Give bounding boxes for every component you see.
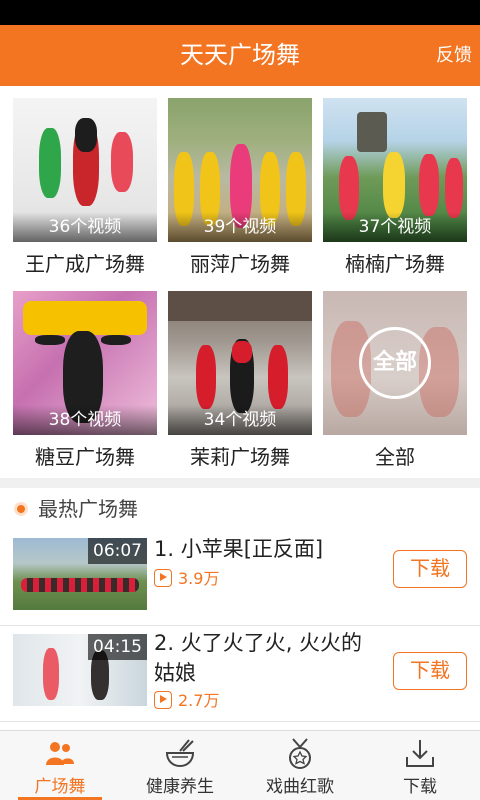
category-name: 全部 [375,445,415,469]
video-thumbnail: 04:15 [13,634,147,706]
all-badge: 全部 [359,327,431,399]
category-name: 糖豆广场舞 [35,445,135,469]
category-thumbnail: 34个视频 [168,291,312,435]
category-thumbnail: 38个视频 [13,291,157,435]
video-plays: 2.7万 [154,690,219,712]
bottom-tab-bar: 广场舞 健康养生 戏曲红歌 下载 [0,730,480,800]
tab-health[interactable]: 健康养生 [120,731,240,800]
video-row[interactable]: 04:15 2. 火了火了火, 火火的姑娘 2.7万 下载 [0,626,480,722]
category-grid: 36个视频 王广成广场舞 39个视频 丽萍广场舞 37个视频 楠楠广场舞 38个… [0,86,480,478]
category-card-all[interactable]: 全部 全部 [323,291,467,469]
play-count: 2.7万 [178,691,220,710]
hot-section-title: 最热广场舞 [38,497,138,521]
video-count: 39个视频 [168,212,312,242]
video-duration: 06:07 [88,538,147,564]
download-button[interactable]: 下载 [393,550,467,588]
medal-icon [289,738,311,769]
play-count-icon [154,569,172,587]
title-bar: 天天广场舞 反馈 [0,25,480,86]
category-card-moli[interactable]: 34个视频 茉莉广场舞 [168,291,312,469]
tab-label: 戏曲红歌 [266,777,334,797]
category-card-tangdou[interactable]: 38个视频 糖豆广场舞 [13,291,157,469]
tab-square-dance[interactable]: 广场舞 [0,731,120,800]
download-button[interactable]: 下载 [393,652,467,690]
video-thumbnail: 06:07 [13,538,147,610]
play-count-icon [154,691,172,709]
tab-download[interactable]: 下载 [360,731,480,800]
section-divider [0,478,480,488]
video-count: 37个视频 [323,212,467,242]
video-count: 38个视频 [13,405,157,435]
play-count: 3.9万 [178,569,220,588]
category-name: 王广成广场舞 [25,252,145,276]
video-count: 36个视频 [13,212,157,242]
video-row[interactable]: 06:07 1. 小苹果[正反面] 3.9万 下载 [0,530,480,626]
tab-label: 健康养生 [146,777,214,797]
video-title: 2. 火了火了火, 火火的姑娘 [154,631,363,685]
video-plays: 3.9万 [154,568,219,590]
category-card-liping[interactable]: 39个视频 丽萍广场舞 [168,98,312,276]
status-bar [0,0,480,25]
video-duration: 04:15 [88,634,147,660]
video-title: 1. 小苹果[正反面] [154,537,324,561]
category-card-wang[interactable]: 36个视频 王广成广场舞 [13,98,157,276]
tab-opera[interactable]: 戏曲红歌 [240,731,360,800]
tab-label: 广场舞 [34,777,86,797]
bowl-icon [165,739,195,768]
people-icon [46,742,74,765]
category-name: 楠楠广场舞 [345,252,445,276]
category-name: 丽萍广场舞 [190,252,290,276]
tab-label: 下载 [403,777,437,797]
download-icon [406,740,434,767]
category-thumbnail: 36个视频 [13,98,157,242]
category-thumbnail: 全部 [323,291,467,435]
category-card-nannan[interactable]: 37个视频 楠楠广场舞 [323,98,467,276]
feedback-button[interactable]: 反馈 [434,25,474,86]
app-title: 天天广场舞 [180,41,300,69]
category-thumbnail: 39个视频 [168,98,312,242]
category-name: 茉莉广场舞 [190,445,290,469]
video-count: 34个视频 [168,405,312,435]
hot-section-header: 最热广场舞 [0,488,480,530]
category-thumbnail: 37个视频 [323,98,467,242]
section-dot-icon [14,502,28,516]
